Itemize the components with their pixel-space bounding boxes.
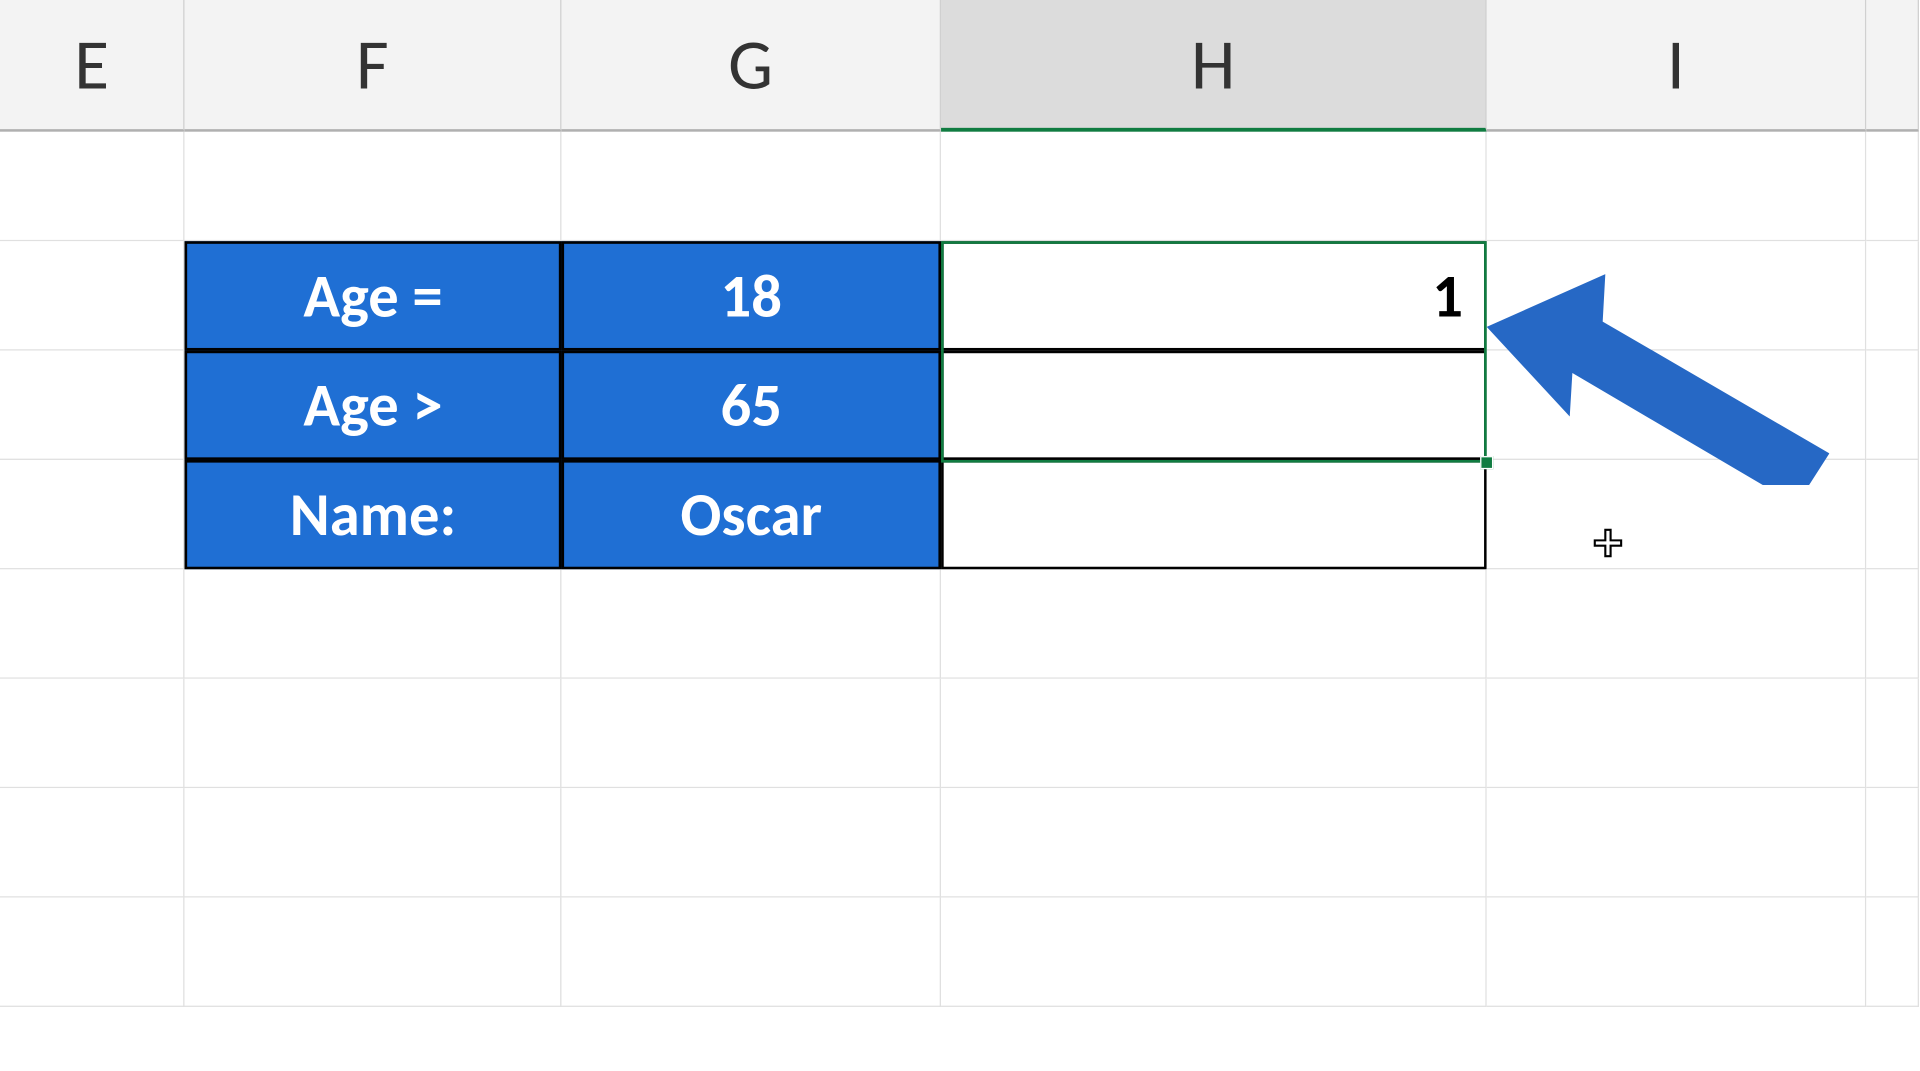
cell-E4[interactable] xyxy=(0,460,185,569)
cell-G6[interactable] xyxy=(561,679,941,788)
cell-I1[interactable] xyxy=(1487,132,1867,241)
cell-H1[interactable] xyxy=(941,132,1487,241)
cell-J1[interactable] xyxy=(1866,132,1919,241)
cell-I3[interactable] xyxy=(1487,351,1867,460)
fill-handle[interactable] xyxy=(1480,456,1493,469)
cell-J5[interactable] xyxy=(1866,569,1919,678)
cell-G3-value[interactable]: 65 xyxy=(561,351,941,460)
cell-G8[interactable] xyxy=(561,898,941,1007)
cell-F1[interactable] xyxy=(185,132,562,241)
cell-H6[interactable] xyxy=(941,679,1487,788)
cell-F7[interactable] xyxy=(185,788,562,897)
grid-row-6 xyxy=(0,679,1919,788)
cell-H2-result[interactable]: 1 xyxy=(941,241,1487,350)
cell-F3-label[interactable]: Age > xyxy=(185,351,562,460)
cell-F4-label[interactable]: Name: xyxy=(185,460,562,569)
cell-I6[interactable] xyxy=(1487,679,1867,788)
grid-row-3: Age > 65 xyxy=(0,351,1919,460)
cell-I8[interactable] xyxy=(1487,898,1867,1007)
cell-H8[interactable] xyxy=(941,898,1487,1007)
cell-G5[interactable] xyxy=(561,569,941,678)
cell-I7[interactable] xyxy=(1487,788,1867,897)
column-header-row: E F G H I xyxy=(0,0,1919,132)
cell-E8[interactable] xyxy=(0,898,185,1007)
cell-J4[interactable] xyxy=(1866,460,1919,569)
cell-I5[interactable] xyxy=(1487,569,1867,678)
cell-E6[interactable] xyxy=(0,679,185,788)
cell-E3[interactable] xyxy=(0,351,185,460)
cell-J3[interactable] xyxy=(1866,351,1919,460)
grid-body: Age = 18 1 Age > 65 Name: Oscar xyxy=(0,132,1919,1007)
grid-row-4: Name: Oscar xyxy=(0,460,1919,569)
cell-F6[interactable] xyxy=(185,679,562,788)
cell-J2[interactable] xyxy=(1866,241,1919,350)
cell-F8[interactable] xyxy=(185,898,562,1007)
grid-row-7 xyxy=(0,788,1919,897)
cell-I4[interactable] xyxy=(1487,460,1867,569)
cell-J7[interactable] xyxy=(1866,788,1919,897)
spreadsheet-container: E F G H I Age = 18 1 Age > 65 xyxy=(0,0,1919,1070)
column-header-J[interactable] xyxy=(1866,0,1919,132)
grid-row-1 xyxy=(0,132,1919,241)
column-header-E[interactable]: E xyxy=(0,0,185,132)
column-header-F[interactable]: F xyxy=(185,0,562,132)
cell-F5[interactable] xyxy=(185,569,562,678)
cell-G1[interactable] xyxy=(561,132,941,241)
column-header-G[interactable]: G xyxy=(561,0,941,132)
cell-H3-result[interactable] xyxy=(941,351,1487,460)
cell-G2-value[interactable]: 18 xyxy=(561,241,941,350)
cell-J8[interactable] xyxy=(1866,898,1919,1007)
grid-row-8 xyxy=(0,898,1919,1007)
column-header-H[interactable]: H xyxy=(941,0,1487,132)
cell-H7[interactable] xyxy=(941,788,1487,897)
cell-E2[interactable] xyxy=(0,241,185,350)
cell-H4-result[interactable] xyxy=(941,460,1487,569)
cell-E5[interactable] xyxy=(0,569,185,678)
cell-G7[interactable] xyxy=(561,788,941,897)
cell-E1[interactable] xyxy=(0,132,185,241)
cell-J6[interactable] xyxy=(1866,679,1919,788)
cell-E7[interactable] xyxy=(0,788,185,897)
column-header-I[interactable]: I xyxy=(1487,0,1867,132)
grid-row-2: Age = 18 1 xyxy=(0,241,1919,350)
cell-H5[interactable] xyxy=(941,569,1487,678)
cell-I2[interactable] xyxy=(1487,241,1867,350)
cell-F2-label[interactable]: Age = xyxy=(185,241,562,350)
grid-row-5 xyxy=(0,569,1919,678)
cell-G4-value[interactable]: Oscar xyxy=(561,460,941,569)
